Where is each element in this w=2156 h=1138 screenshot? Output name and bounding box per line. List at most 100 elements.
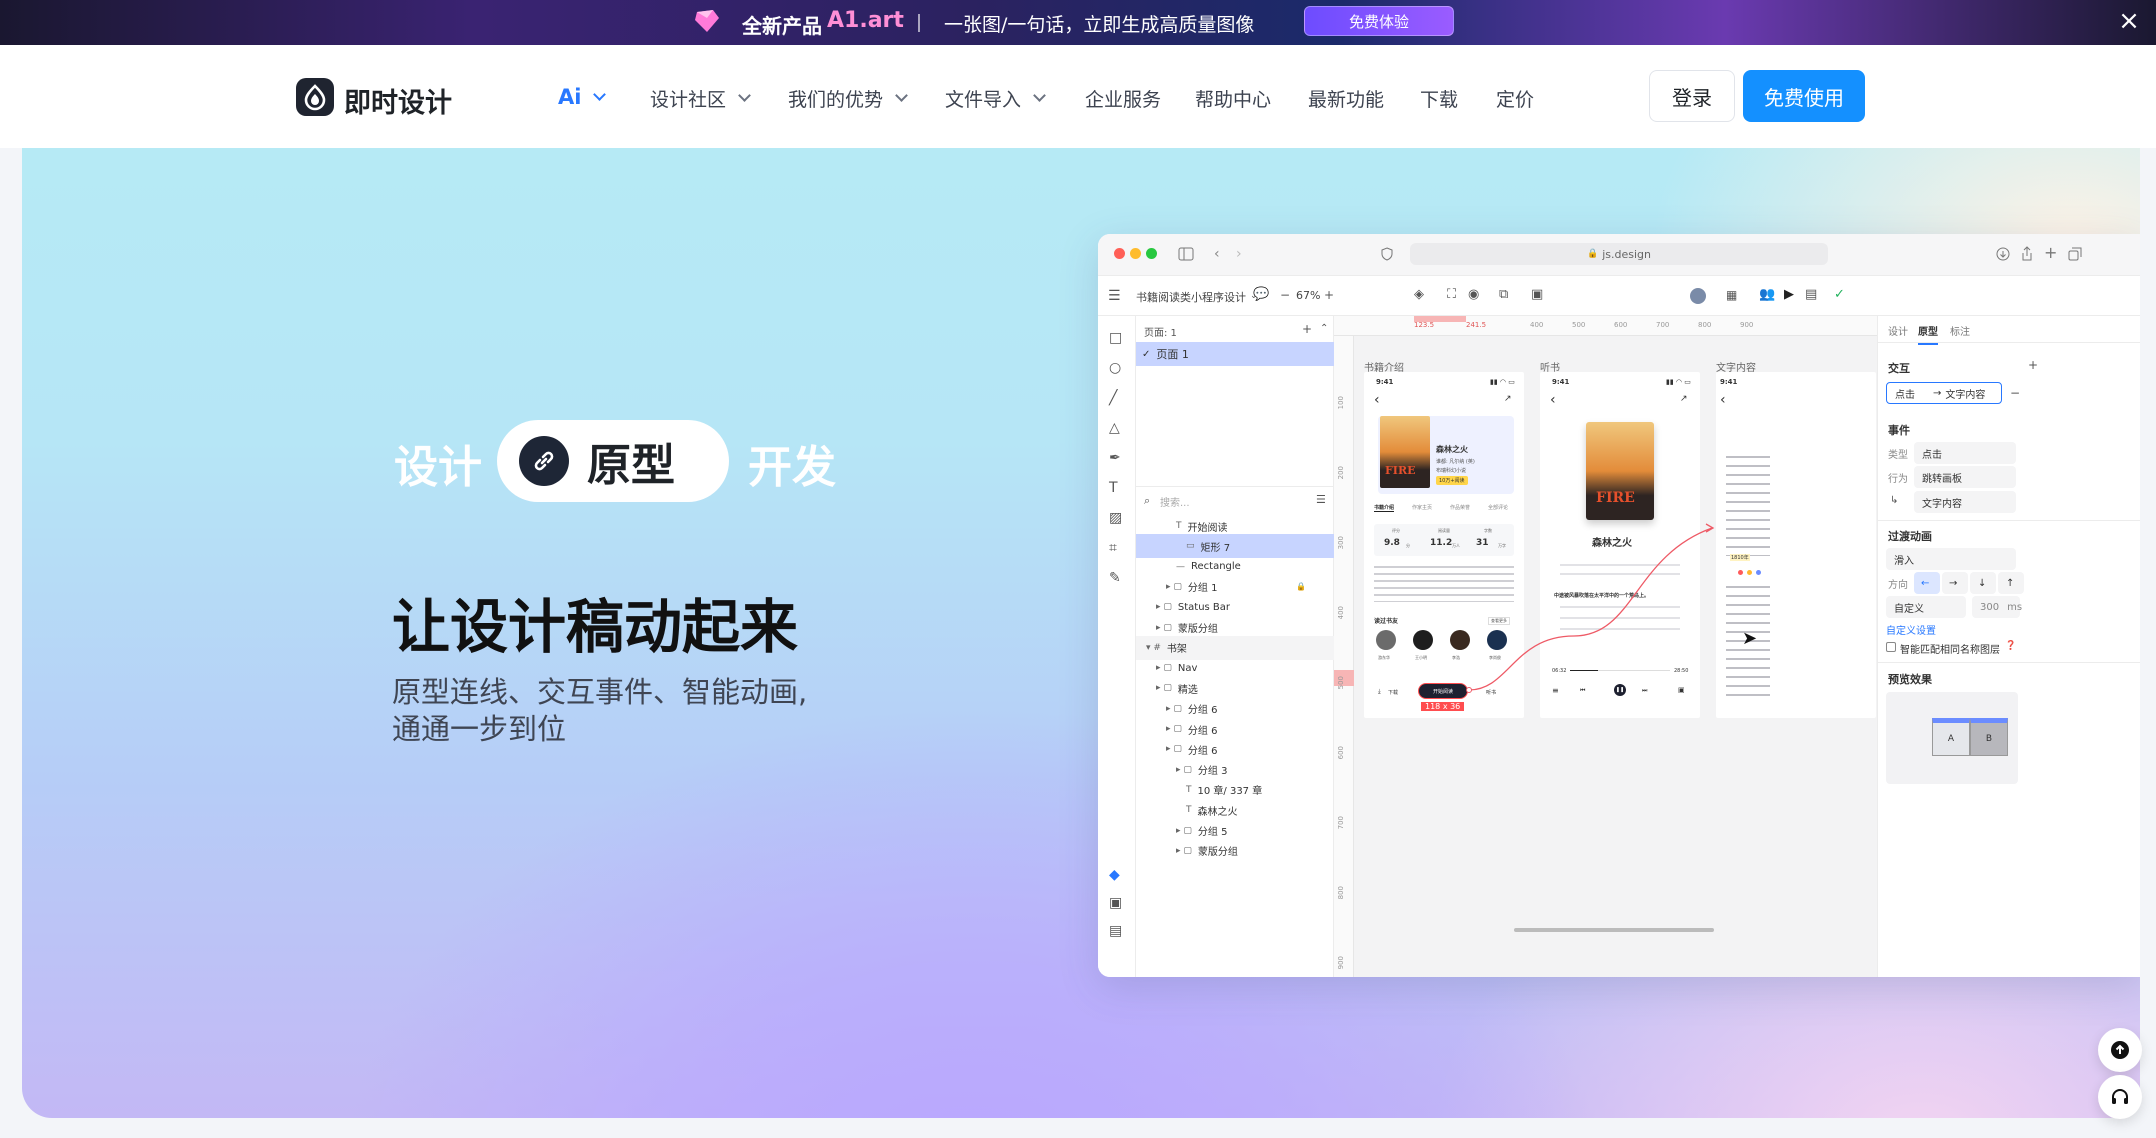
folder-icon: ▸ ▢ [1176, 825, 1192, 836]
action-value: 跳转画板 [1922, 473, 1962, 485]
assets-icon[interactable]: ▣ [1109, 896, 1122, 910]
chevron-down-icon [593, 87, 607, 101]
login-button[interactable]: 登录 [1649, 70, 1735, 122]
zoom-out-icon[interactable]: − [1280, 288, 1290, 302]
team-icon[interactable]: ▦ [1726, 288, 1737, 302]
add-interaction-icon[interactable]: + [2028, 358, 2038, 372]
arrow-right-icon: → [1933, 387, 1942, 399]
layers-icon[interactable]: ◆ [1109, 868, 1120, 882]
logo-text[interactable]: 即时设计 [344, 81, 452, 120]
mask-icon[interactable]: ◉ [1468, 288, 1479, 302]
play-icon[interactable]: ▶ [1784, 288, 1794, 302]
component-icon[interactable]: ◈ [1414, 288, 1424, 302]
comment-icon[interactable]: 💬 [1253, 288, 1269, 302]
transition-select[interactable]: 滑入 [1886, 548, 2016, 570]
page-item[interactable]: ✓ 页面 1 [1136, 342, 1334, 366]
layer-item-label: 矩形 7 [1200, 542, 1231, 554]
help-icon[interactable]: ❓ [2005, 641, 2016, 651]
destination-select[interactable]: 文字内容 [1914, 491, 2016, 513]
easing-select[interactable]: 自定义 [1886, 596, 1966, 618]
image-tool-icon[interactable]: ▨ [1109, 511, 1122, 525]
polygon-tool-icon[interactable]: △ [1109, 421, 1120, 435]
add-page-icon[interactable]: + [1302, 322, 1312, 336]
interaction-row[interactable]: 点击 → 文字内容 [1886, 382, 2002, 404]
library-icon[interactable]: ▤ [1805, 288, 1817, 302]
panel-tab[interactable]: 标注 [1950, 323, 1970, 338]
promo-banner: 全新产品 A1.art 一张图/一句话，立即生成高质量图像 免费体验 × [0, 0, 2156, 45]
zoom-level[interactable]: 67% [1296, 289, 1320, 302]
action-select[interactable]: 跳转画板 [1914, 466, 2016, 488]
type-label: 类型 [1888, 450, 1908, 461]
banner-brand[interactable]: A1.art [827, 8, 904, 33]
layer-item[interactable]: ▸ ▢ 蒙版分组 [1136, 839, 1334, 863]
text-tool-icon[interactable]: T [1109, 481, 1118, 495]
free-use-button[interactable]: 免费使用 [1743, 70, 1865, 122]
notes-icon[interactable]: ▤ [1109, 924, 1122, 938]
folder-icon: ▸ ▢ [1156, 602, 1172, 613]
customer-service-button[interactable] [2098, 1075, 2142, 1119]
nav-item[interactable]: 最新功能 [1308, 85, 1384, 112]
zoom-in-icon[interactable]: + [1324, 288, 1334, 302]
nav-item-label: 我们的优势 [788, 89, 884, 111]
app-screenshot-window: ‹ › 🔒 js.design + ☰ 书籍阅读类小程序设计 ⌄ 💬 − 67% … [1098, 234, 2140, 977]
panel-tab[interactable]: 设计 [1888, 323, 1908, 338]
design-canvas[interactable]: 123.5 241.5 400 500 600 700 800 900 100 200 300 40… [1334, 316, 1877, 977]
users-icon[interactable]: 👥 [1759, 288, 1775, 302]
custom-settings-link[interactable]: 自定义设置 [1886, 622, 1936, 637]
direction-up-button[interactable]: ↑ [1998, 572, 2024, 594]
nav-item[interactable]: 定价 [1496, 85, 1534, 112]
rectangle-tool-icon[interactable]: □ [1109, 331, 1122, 345]
frame-tool-icon[interactable]: ⌗ [1109, 541, 1117, 555]
frame-tool-icon[interactable]: ⛶ [1447, 288, 1456, 302]
back-to-top-button[interactable] [2098, 1028, 2142, 1072]
prototype-connection-lines [1466, 523, 1715, 693]
duration-input[interactable]: 300 ms [1972, 596, 2022, 618]
lock-icon[interactable]: 🔒 [1296, 582, 1306, 591]
frame-icon: ▾ # [1146, 642, 1161, 653]
ellipse-tool-icon[interactable]: ○ [1109, 361, 1121, 375]
nav-item-label: 最新功能 [1308, 89, 1385, 111]
banner-trial-button[interactable]: 免费体验 [1304, 6, 1454, 36]
layer-item-label: 蒙版分组 [1197, 847, 1238, 859]
horizontal-scrollbar[interactable] [1514, 928, 1714, 932]
file-name[interactable]: 书籍阅读类小程序设计 [1136, 289, 1246, 305]
nav-item[interactable]: 帮助中心 [1195, 85, 1271, 112]
nav-item[interactable]: 下载 [1420, 85, 1458, 112]
share-icon [2022, 246, 2032, 261]
pen-tool-icon[interactable]: ✒ [1109, 451, 1121, 465]
crop-icon[interactable]: ⧉ [1499, 288, 1508, 302]
keyword-prototype-pill: 原型 [497, 420, 729, 502]
avatar[interactable] [1690, 288, 1706, 304]
direction-label: 方向 [1888, 580, 1908, 591]
event-type-select[interactable]: 点击 [1914, 442, 2016, 464]
nav-item[interactable]: 设计社区 [650, 85, 751, 112]
preview-frame-b: B [1970, 718, 2008, 756]
line-tool-icon[interactable]: ╱ [1109, 391, 1117, 405]
link-icon [519, 436, 569, 486]
folder-icon: ▸ ▢ [1176, 764, 1192, 775]
menu-icon[interactable]: ☰ [1108, 289, 1121, 303]
divider [1878, 342, 2140, 343]
smart-animate-checkbox[interactable] [1886, 642, 1896, 652]
layer-search-input[interactable]: 搜索... [1160, 494, 1190, 509]
collapse-icon[interactable]: ⌃ [1320, 322, 1328, 336]
nav-item[interactable]: 文件导入 [945, 85, 1046, 112]
nav-item-label: 企业服务 [1085, 89, 1162, 111]
logo-icon[interactable] [296, 78, 334, 116]
direction-right-button[interactable]: → [1942, 572, 1968, 594]
folder-icon: ▸ ▢ [1166, 724, 1182, 734]
close-icon[interactable]: × [2114, 6, 2144, 36]
divider [1878, 662, 2140, 663]
remove-interaction-icon[interactable]: − [2010, 386, 2020, 400]
direction-down-button[interactable]: ↓ [1970, 572, 1996, 594]
direction-left-button[interactable]: ← [1914, 572, 1940, 594]
nav-item[interactable]: Ai [558, 85, 607, 109]
filter-icon[interactable]: ☰ [1316, 493, 1326, 507]
layer-item-label: 森林之火 [1197, 806, 1238, 818]
window-zoom-dot [1146, 248, 1157, 259]
boolean-icon[interactable]: ▣ [1531, 288, 1543, 302]
pencil-tool-icon[interactable]: ✎ [1109, 571, 1121, 585]
nav-item[interactable]: 我们的优势 [788, 85, 908, 112]
download-icon [1996, 247, 2010, 261]
nav-item[interactable]: 企业服务 [1085, 85, 1161, 112]
